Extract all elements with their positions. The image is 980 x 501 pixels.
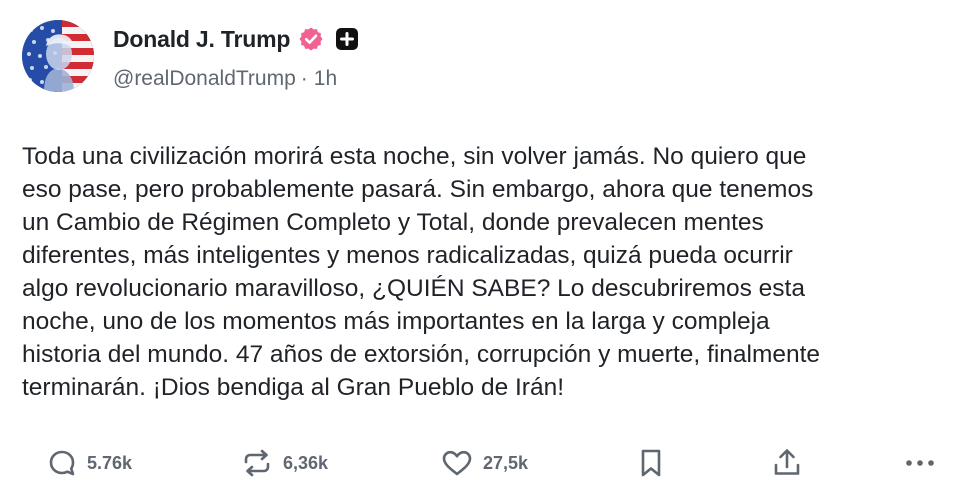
- like-count: 27,5k: [483, 452, 529, 473]
- post-card: Donald J. Trump @realDonaldTrump · 1h To…: [0, 0, 980, 501]
- plus-badge-icon: [335, 27, 359, 51]
- verified-badge-icon: [298, 26, 324, 52]
- author-handle-row: @realDonaldTrump · 1h: [113, 64, 337, 94]
- bookmark-icon: [641, 449, 661, 477]
- like-button[interactable]: 27,5k: [440, 440, 528, 486]
- post-timestamp[interactable]: 1h: [314, 67, 337, 91]
- avatar[interactable]: [22, 20, 94, 92]
- more-icon: [906, 460, 934, 466]
- repost-count: 6,36k: [283, 452, 329, 473]
- bookmark-button[interactable]: [636, 440, 666, 486]
- post-body-text: Toda una civilización morirá esta noche,…: [22, 143, 821, 401]
- meta-separator: ·: [300, 67, 308, 90]
- author-handle[interactable]: @realDonaldTrump: [113, 67, 296, 91]
- reply-icon: [49, 450, 75, 476]
- post-actions-bar: 5.76k 6,36k 27,5k: [0, 440, 980, 486]
- avatar-image: [22, 20, 94, 92]
- author-display-name[interactable]: Donald J. Trump: [113, 26, 290, 53]
- reply-button[interactable]: 5.76k: [46, 440, 132, 486]
- like-icon: [442, 450, 472, 476]
- repost-button[interactable]: 6,36k: [240, 440, 328, 486]
- author-name-row: Donald J. Trump: [113, 22, 359, 56]
- share-button[interactable]: [771, 440, 803, 486]
- reply-count: 5.76k: [87, 452, 133, 473]
- more-options-button[interactable]: [902, 440, 938, 486]
- repost-icon: [244, 449, 270, 477]
- share-icon: [774, 449, 800, 475]
